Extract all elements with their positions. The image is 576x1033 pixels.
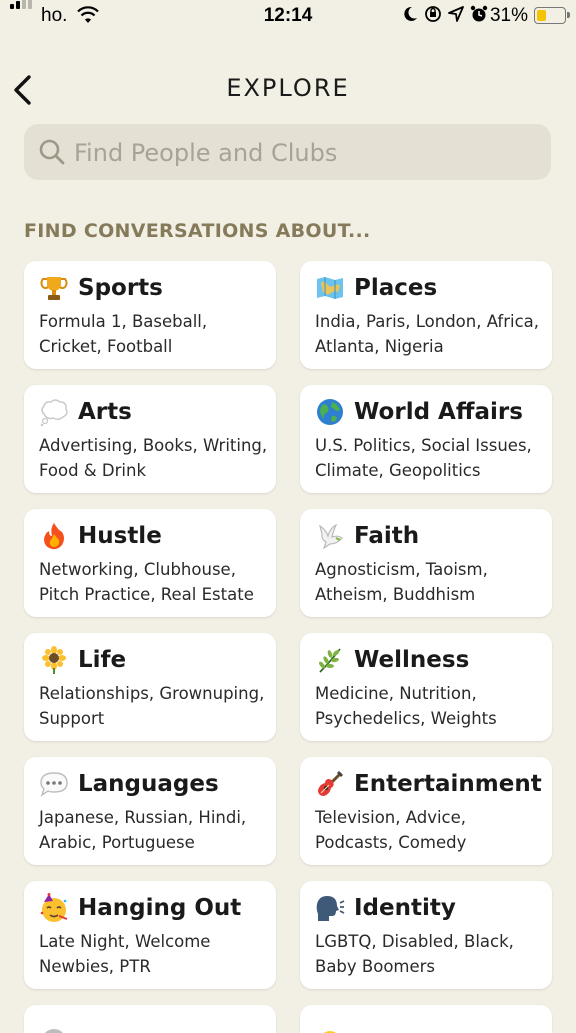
topic-card-languages[interactable]: Languages Japanese, Russian, Hindi, Arab…	[24, 757, 276, 865]
topic-description: Japanese, Russian, Hindi, Arabic, Portug…	[39, 808, 247, 852]
topic-description: Formula 1, Baseball, Cricket, Football	[39, 312, 208, 356]
topic-title: World Affairs	[354, 399, 523, 425]
orientation-lock-icon	[425, 6, 441, 22]
search-bar[interactable]	[24, 124, 551, 180]
topic-title: Places	[354, 275, 438, 301]
guitar-icon	[315, 769, 345, 799]
topic-card-hanging-out[interactable]: Hanging Out Late Night, Welcome Newbies,…	[24, 881, 276, 989]
location-icon	[448, 6, 464, 22]
topic-description: Television, Advice, Podcasts, Comedy	[315, 808, 467, 852]
topic-grid: Sports Formula 1, Baseball, Cricket, Foo…	[24, 261, 552, 1033]
topic-title: Arts	[78, 399, 132, 425]
topic-title: Entertainment	[354, 771, 542, 797]
world-map-icon	[315, 273, 345, 303]
search-icon	[39, 139, 65, 165]
speech-balloon-icon	[39, 769, 69, 799]
topic-title: Sports	[78, 275, 163, 301]
topic-description: LGBTQ, Disabled, Black, Baby Boomers	[315, 932, 514, 976]
page-title: EXPLORE	[226, 74, 350, 102]
battery-percent: 31%	[489, 5, 528, 26]
topic-description: Agnosticism, Taoism, Atheism, Buddhism	[315, 560, 488, 604]
dove-icon	[315, 521, 345, 551]
topic-title: Identity	[354, 895, 456, 921]
topic-description: Networking, Clubhouse, Pitch Practice, R…	[39, 560, 254, 604]
thought-balloon-icon	[39, 397, 69, 427]
topic-description: Late Night, Welcome Newbies, PTR	[39, 932, 211, 976]
topic-title: Hustle	[78, 523, 162, 549]
search-input[interactable]	[72, 132, 536, 174]
topic-card-life[interactable]: Life Relationships, Grownuping, Support	[24, 633, 276, 741]
topic-card-partial[interactable]	[300, 1005, 552, 1033]
topic-card-faith[interactable]: Faith Agnosticism, Taoism, Atheism, Budd…	[300, 509, 552, 617]
topic-card-partial[interactable]	[24, 1005, 276, 1033]
moon-icon	[404, 6, 417, 21]
sunflower-icon	[39, 645, 69, 675]
topic-title: Hanging Out	[78, 895, 242, 921]
herb-icon	[315, 645, 345, 675]
topic-card-hustle[interactable]: Hustle Networking, Clubhouse, Pitch Prac…	[24, 509, 276, 617]
topic-card-wellness[interactable]: Wellness Medicine, Nutrition, Psychedeli…	[300, 633, 552, 741]
topic-card-places[interactable]: Places India, Paris, London, Africa, Atl…	[300, 261, 552, 369]
topic-description: Medicine, Nutrition, Psychedelics, Weigh…	[315, 684, 497, 728]
topic-card-entertainment[interactable]: Entertainment Television, Advice, Podcas…	[300, 757, 552, 865]
topic-title: Faith	[354, 523, 420, 549]
party-face-icon	[39, 893, 69, 923]
topic-card-world-affairs[interactable]: World Affairs U.S. Politics, Social Issu…	[300, 385, 552, 493]
speaking-head-icon	[315, 893, 345, 923]
topic-description: Advertising, Books, Writing, Food & Drin…	[39, 436, 268, 480]
topic-title: Life	[78, 647, 127, 673]
topic-title: Languages	[78, 771, 219, 797]
battery-icon	[534, 7, 570, 24]
topic-card-identity[interactable]: Identity LGBTQ, Disabled, Black, Baby Bo…	[300, 881, 552, 989]
topic-card-sports[interactable]: Sports Formula 1, Baseball, Cricket, Foo…	[24, 261, 276, 369]
topic-description: Relationships, Grownuping, Support	[39, 684, 265, 728]
globe-icon	[315, 397, 345, 427]
topic-description: U.S. Politics, Social Issues, Climate, G…	[315, 436, 532, 480]
topic-title: Wellness	[354, 647, 470, 673]
fire-icon	[39, 521, 69, 551]
topic-card-arts[interactable]: Arts Advertising, Books, Writing, Food &…	[24, 385, 276, 493]
trophy-icon	[39, 273, 69, 303]
alarm-icon	[470, 5, 488, 22]
topic-description: India, Paris, London, Africa, Atlanta, N…	[315, 312, 540, 356]
status-bar: ho. 12:14 31%	[0, 0, 576, 34]
section-title: FIND CONVERSATIONS ABOUT...	[24, 220, 371, 242]
